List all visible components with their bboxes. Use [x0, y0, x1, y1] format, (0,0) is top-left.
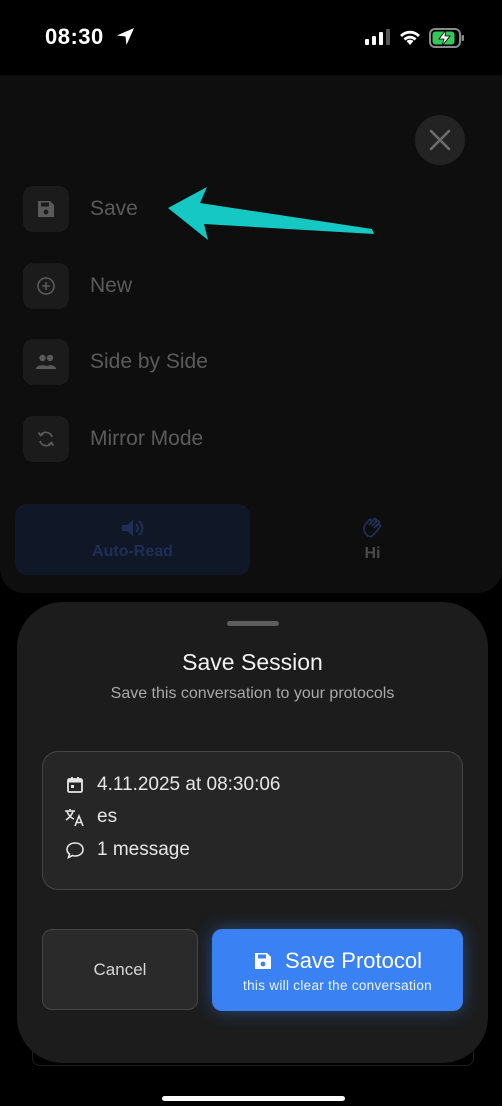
status-bar: 08:30: [0, 0, 502, 75]
info-row-date: 4.11.2025 at 08:30:06: [63, 772, 280, 798]
info-row-language: es: [63, 804, 117, 830]
menu-icon-box: [23, 186, 69, 232]
status-time: 08:30: [45, 24, 104, 49]
menu-item-mirror-mode[interactable]: Mirror Mode: [23, 415, 323, 463]
menu-item-label: New: [90, 274, 133, 297]
menu-item-label: Mirror Mode: [90, 427, 204, 450]
save-protocol-sublabel: this will clear the conversation: [243, 977, 432, 993]
chat-bubble-icon: [63, 838, 87, 862]
menu-item-label: Save: [90, 197, 138, 220]
menu-icon-box: [23, 416, 69, 462]
session-language: es: [97, 806, 118, 827]
people-icon: [36, 354, 56, 369]
plus-circle-icon: [37, 277, 55, 295]
menu-item-save[interactable]: Save: [23, 185, 323, 233]
sheet-grabber[interactable]: [227, 621, 279, 626]
hi-tab[interactable]: Hi: [255, 504, 490, 575]
info-row-messages: 1 message: [63, 837, 190, 863]
close-icon: [429, 129, 451, 151]
cellular-signal-icon: [365, 29, 390, 45]
save-protocol-row: Save Protocol: [253, 948, 422, 974]
session-info-card: 4.11.2025 at 08:30:06 es 1 message: [42, 751, 463, 890]
auto-read-label: Auto-Read: [92, 543, 173, 560]
save-protocol-label: Save Protocol: [285, 947, 422, 973]
hi-label: Hi: [364, 545, 381, 562]
sync-icon: [37, 431, 55, 447]
menu-item-new[interactable]: New: [23, 262, 323, 310]
sheet-title: Save Session: [182, 649, 323, 675]
wifi-icon: [400, 30, 420, 45]
floppy-disk-icon: [38, 201, 54, 217]
session-date: 4.11.2025 at 08:30:06: [97, 774, 281, 795]
close-button[interactable]: [415, 115, 465, 165]
home-indicator[interactable]: [162, 1096, 345, 1101]
menu-icon-box: [23, 339, 69, 385]
session-message-count: 1 message: [97, 839, 190, 860]
calendar-icon: [63, 773, 87, 797]
menu-icon-box: [23, 263, 69, 309]
auto-read-tab[interactable]: Auto-Read: [15, 504, 250, 575]
save-session-sheet: Save Session Save this conversation to y…: [17, 602, 488, 1063]
menu-item-label: Side by Side: [90, 350, 208, 373]
speaker-icon: [121, 520, 143, 536]
translate-icon: [63, 805, 87, 829]
battery-charging-icon: [429, 28, 464, 48]
waving-hand-icon: [362, 517, 381, 538]
cancel-label: Cancel: [93, 959, 147, 979]
location-arrow-icon: [116, 27, 135, 46]
menu-item-side-by-side[interactable]: Side by Side: [23, 338, 323, 386]
cancel-button[interactable]: Cancel: [42, 929, 198, 1010]
sheet-subtitle: Save this conversation to your protocols: [110, 685, 395, 702]
save-protocol-button[interactable]: Save Protocol this will clear the conver…: [212, 929, 463, 1011]
floppy-disk-icon: [255, 952, 272, 969]
